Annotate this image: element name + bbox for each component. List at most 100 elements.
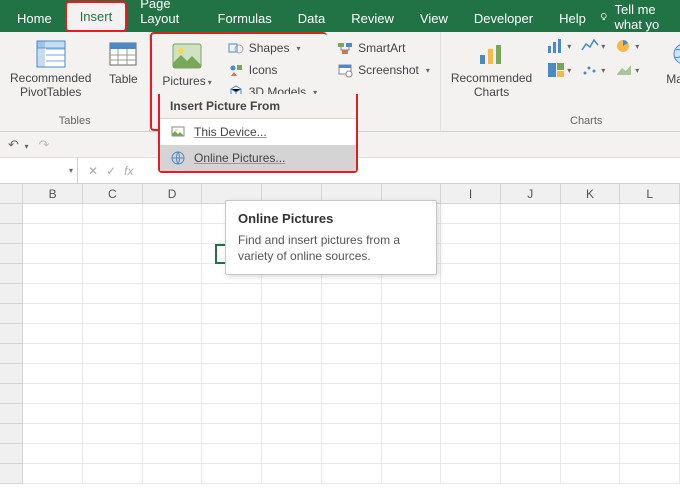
- cell[interactable]: [262, 344, 322, 364]
- cell[interactable]: [83, 324, 143, 344]
- cell[interactable]: [83, 344, 143, 364]
- cell[interactable]: [322, 444, 382, 464]
- tab-help[interactable]: Help: [546, 5, 599, 32]
- cell[interactable]: [382, 324, 442, 344]
- fx-icon[interactable]: fx: [124, 164, 133, 178]
- cell[interactable]: [143, 464, 203, 484]
- cell[interactable]: [262, 364, 322, 384]
- cell[interactable]: [23, 404, 83, 424]
- select-all-corner[interactable]: [0, 184, 23, 203]
- row-header[interactable]: [0, 324, 23, 344]
- enter-icon[interactable]: ✓: [106, 164, 116, 178]
- cell[interactable]: [561, 284, 621, 304]
- row-header[interactable]: [0, 444, 23, 464]
- cell[interactable]: [202, 424, 262, 444]
- treemap-button[interactable]: ▾: [544, 60, 574, 80]
- scatter-chart-button[interactable]: ▾: [578, 60, 608, 80]
- tab-home[interactable]: Home: [4, 5, 65, 32]
- name-box[interactable]: ▾: [0, 158, 78, 183]
- cell[interactable]: [382, 344, 442, 364]
- cell[interactable]: [441, 444, 501, 464]
- cell[interactable]: [322, 404, 382, 424]
- cell[interactable]: [441, 384, 501, 404]
- row-header[interactable]: [0, 404, 23, 424]
- recommended-pivottables-button[interactable]: Recommended PivotTables: [6, 36, 95, 102]
- row-header[interactable]: [0, 424, 23, 444]
- cell[interactable]: [83, 384, 143, 404]
- tab-insert[interactable]: Insert: [65, 1, 128, 32]
- cell[interactable]: [143, 324, 203, 344]
- tab-data[interactable]: Data: [285, 5, 338, 32]
- cell[interactable]: [620, 244, 680, 264]
- cell[interactable]: [620, 264, 680, 284]
- cell[interactable]: [143, 244, 203, 264]
- row-header[interactable]: [0, 204, 23, 224]
- cell[interactable]: [202, 304, 262, 324]
- cell[interactable]: [23, 204, 83, 224]
- cell[interactable]: [23, 424, 83, 444]
- cell[interactable]: [561, 224, 621, 244]
- cell[interactable]: [23, 244, 83, 264]
- cell[interactable]: [83, 224, 143, 244]
- col-header[interactable]: L: [620, 184, 680, 203]
- cell[interactable]: [620, 384, 680, 404]
- cell[interactable]: [23, 324, 83, 344]
- cell[interactable]: [501, 224, 561, 244]
- tab-developer[interactable]: Developer: [461, 5, 546, 32]
- cell[interactable]: [202, 404, 262, 424]
- cell[interactable]: [501, 464, 561, 484]
- cell[interactable]: [620, 224, 680, 244]
- screenshot-button[interactable]: Screenshot▾: [333, 60, 434, 80]
- cell[interactable]: [561, 424, 621, 444]
- cell[interactable]: [441, 284, 501, 304]
- pie-chart-button[interactable]: ▾: [612, 36, 642, 56]
- surface-chart-button[interactable]: ▾: [612, 60, 642, 80]
- tab-page-layout[interactable]: Page Layout: [127, 0, 204, 32]
- cell[interactable]: [382, 464, 442, 484]
- cell[interactable]: [441, 264, 501, 284]
- cell[interactable]: [262, 384, 322, 404]
- cell[interactable]: [83, 204, 143, 224]
- cell[interactable]: [382, 404, 442, 424]
- cell[interactable]: [23, 384, 83, 404]
- recommended-charts-button[interactable]: Recommended Charts: [447, 36, 536, 102]
- cell[interactable]: [561, 364, 621, 384]
- cell[interactable]: [501, 324, 561, 344]
- row-header[interactable]: [0, 284, 23, 304]
- col-header[interactable]: J: [501, 184, 561, 203]
- cell[interactable]: [501, 364, 561, 384]
- cell[interactable]: [501, 264, 561, 284]
- cell[interactable]: [202, 364, 262, 384]
- row-header[interactable]: [0, 344, 23, 364]
- line-chart-button[interactable]: ▾: [578, 36, 608, 56]
- cell[interactable]: [322, 344, 382, 364]
- cell[interactable]: [561, 264, 621, 284]
- cell[interactable]: [23, 224, 83, 244]
- cell[interactable]: [202, 344, 262, 364]
- cell[interactable]: [620, 204, 680, 224]
- cell[interactable]: [501, 384, 561, 404]
- cell[interactable]: [143, 364, 203, 384]
- redo-button[interactable]: ↷: [39, 137, 50, 153]
- cell[interactable]: [620, 444, 680, 464]
- cell[interactable]: [83, 444, 143, 464]
- col-header[interactable]: B: [23, 184, 83, 203]
- cell[interactable]: [23, 444, 83, 464]
- cell[interactable]: [83, 464, 143, 484]
- smartart-button[interactable]: SmartArt: [333, 38, 434, 58]
- cell[interactable]: [441, 424, 501, 444]
- cell[interactable]: [83, 284, 143, 304]
- cell[interactable]: [561, 204, 621, 224]
- cell[interactable]: [501, 204, 561, 224]
- cell[interactable]: [143, 444, 203, 464]
- cell[interactable]: [262, 464, 322, 484]
- cell[interactable]: [441, 464, 501, 484]
- cell[interactable]: [501, 284, 561, 304]
- pictures-button[interactable]: Pictures▾: [158, 38, 215, 90]
- cell[interactable]: [322, 284, 382, 304]
- cell[interactable]: [561, 384, 621, 404]
- dropdown-this-device[interactable]: This Device...: [160, 119, 356, 145]
- column-chart-button[interactable]: ▾: [544, 36, 574, 56]
- maps-button[interactable]: Maps▾: [662, 36, 680, 88]
- cell[interactable]: [322, 384, 382, 404]
